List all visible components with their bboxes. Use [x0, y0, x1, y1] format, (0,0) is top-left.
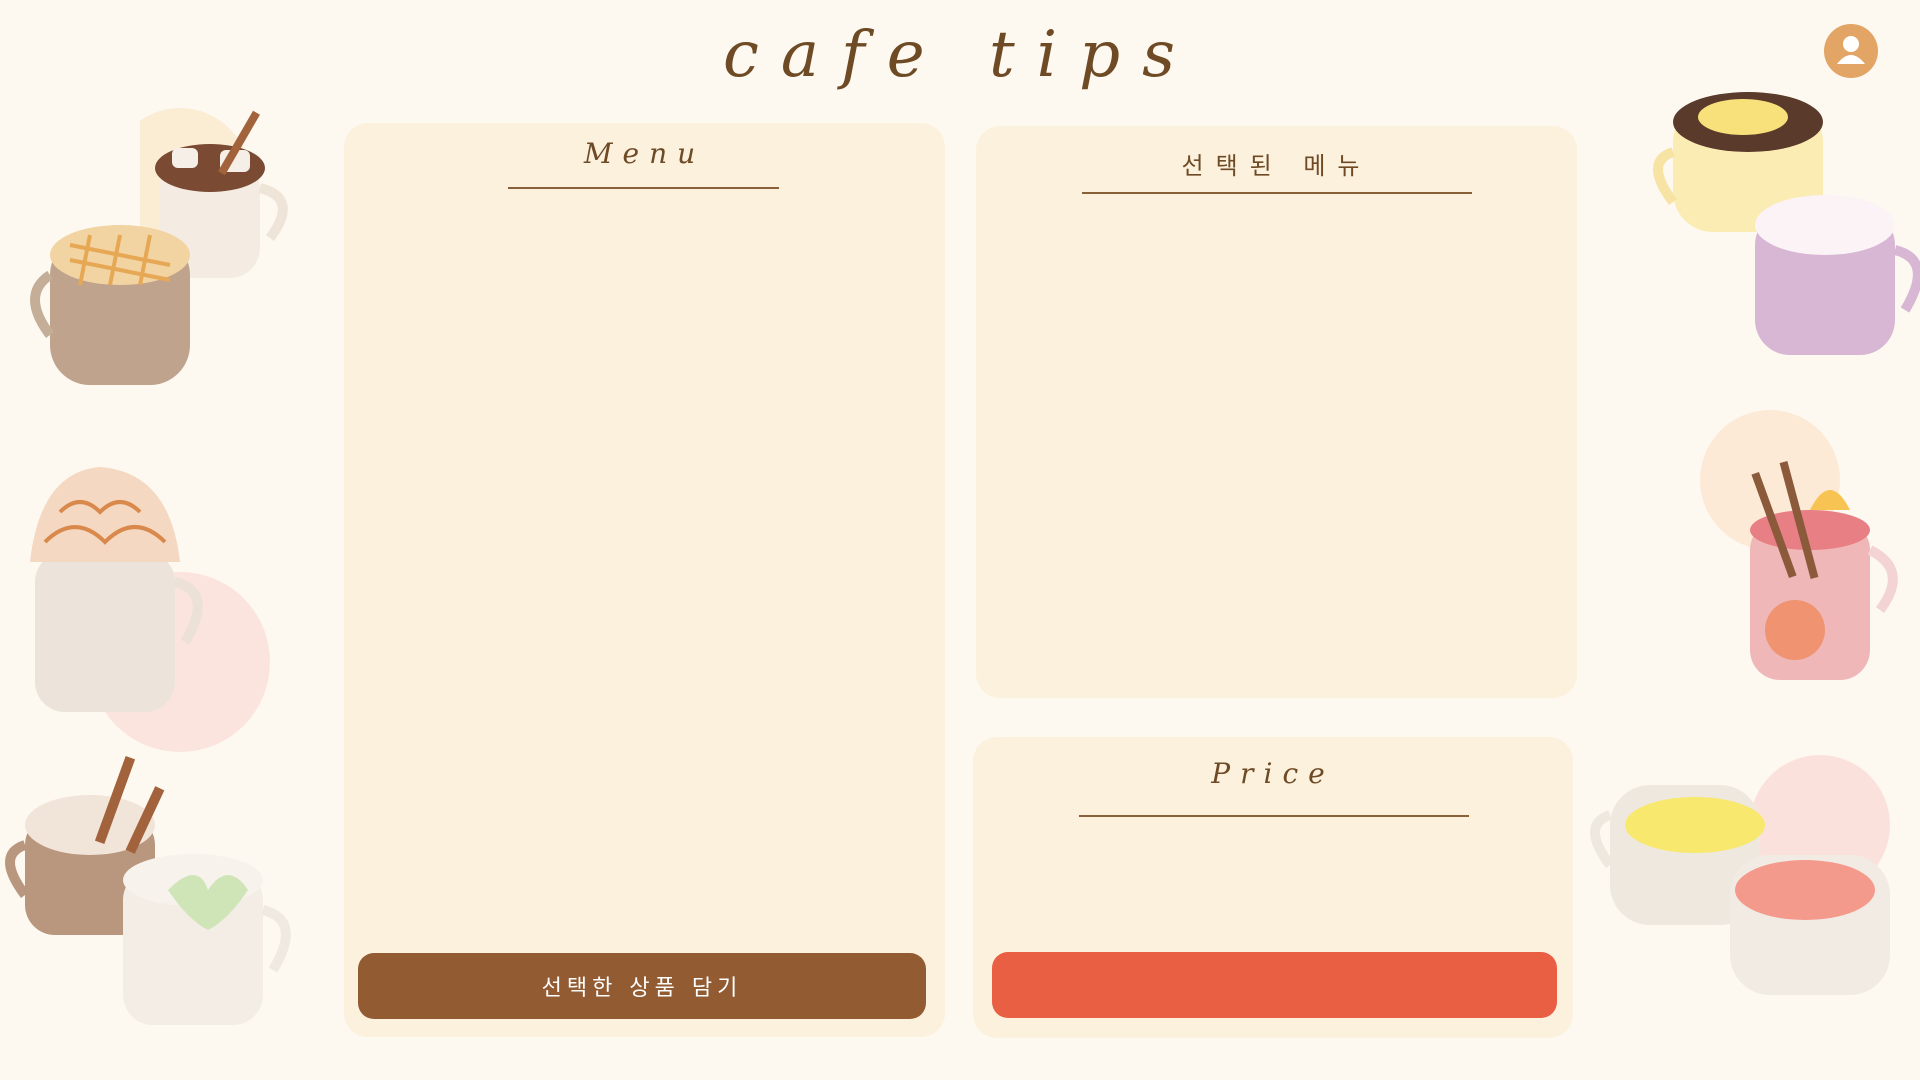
selected-menu-panel: 선택된 메뉴	[976, 126, 1577, 698]
price-panel: Price	[973, 737, 1573, 1038]
price-heading: Price	[1211, 757, 1335, 790]
price-divider	[1079, 815, 1469, 817]
lavender-latte-illustration	[1755, 195, 1920, 355]
selected-menu-divider	[1082, 192, 1472, 194]
menu-heading-divider	[508, 187, 779, 189]
app-title: cafe tips	[723, 18, 1197, 92]
profile-button[interactable]	[1824, 24, 1878, 78]
selected-menu-heading: 선택된 메뉴	[1181, 152, 1372, 180]
whipped-cream-drink-illustration	[30, 467, 270, 752]
waffle-latte-illustration	[30, 225, 190, 385]
menu-panel: Menu 선택한 상품 담기	[344, 123, 945, 1037]
matcha-latte-illustration	[123, 854, 291, 1025]
menu-heading: Menu	[583, 137, 706, 170]
add-selected-items-button[interactable]: 선택한 상품 담기	[358, 953, 926, 1019]
mulled-wine-illustration	[1700, 410, 1898, 680]
citrus-tea-illustration	[1590, 755, 1890, 995]
order-button[interactable]	[992, 952, 1557, 1018]
user-icon	[1837, 36, 1865, 64]
